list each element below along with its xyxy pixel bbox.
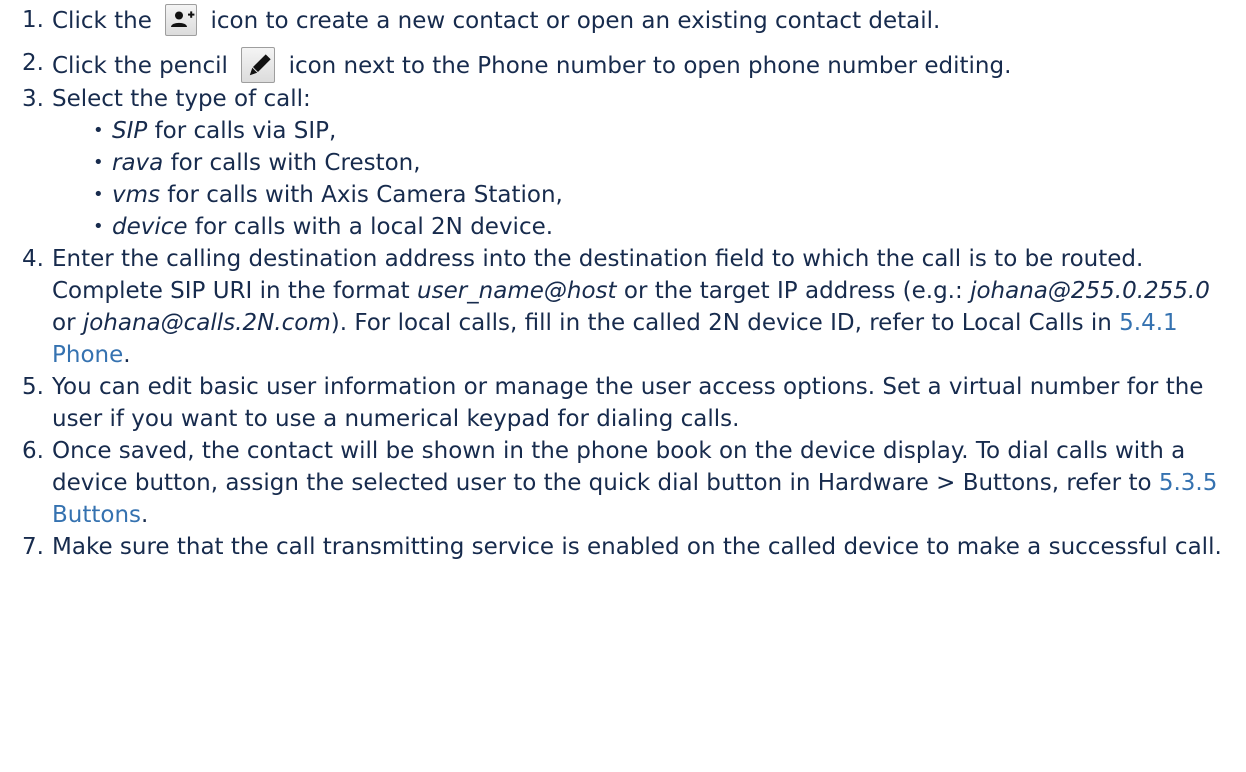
format-example: user_name@host [417,278,617,304]
step-detail: Complete SIP URI in the format user_name… [52,275,1240,371]
call-type-desc: for calls with a local 2N device. [187,214,554,240]
step-3: 3. Select the type of call: SIP for call… [0,83,1240,243]
step-text: Click the pencil [52,53,228,79]
steps-list: 1. Click the icon to create a new contac… [0,0,1240,563]
list-item: rava for calls with Creston, [0,147,1240,179]
step-text: Click the [52,8,152,34]
step-7: 7. Make sure that the call transmitting … [0,531,1240,563]
step-text: Once saved, the contact will be shown in… [52,438,1186,496]
step-number: 4. [22,246,44,272]
call-type-term: SIP [112,118,148,144]
instructions-page: 1. Click the icon to create a new contac… [0,0,1246,772]
call-type-desc: for calls with Creston, [163,150,421,176]
detail-text: or the target IP address (e.g.: [616,278,971,304]
step-text: Enter the calling destination address in… [52,246,1144,272]
detail-text: . [123,342,131,368]
list-item: device for calls with a local 2N device. [0,211,1240,243]
step-4: 4. Enter the calling destination address… [0,243,1240,371]
list-item: vms for calls with Axis Camera Station, [0,179,1240,211]
step-6: 6. Once saved, the contact will be shown… [0,435,1240,531]
detail-text: Complete SIP URI in the format [52,278,418,304]
step-text-end: . [141,502,149,528]
step-number: 6. [22,438,44,464]
step-number: 2. [22,50,44,76]
detail-text: ). For local calls, fill in the called 2… [330,310,1120,336]
step-number: 7. [22,534,44,560]
call-type-term: vms [112,182,160,208]
ip-example: johana@255.0.255.0 [970,278,1210,304]
list-item: SIP for calls via SIP, [0,115,1240,147]
host-example: johana@calls.2N.com [82,310,331,336]
step-1: 1. Click the icon to create a new contac… [0,4,1240,37]
call-type-term: rava [112,150,164,176]
step-text: Select the type of call: [52,86,311,112]
step-number: 5. [22,374,44,400]
step-text: You can edit basic user information or m… [52,374,1204,432]
call-type-term: device [112,214,188,240]
step-number: 1. [22,7,44,33]
call-type-list: SIP for calls via SIP, rava for calls wi… [0,115,1240,243]
add-user-icon [165,4,198,36]
step-5: 5. You can edit basic user information o… [0,371,1240,435]
step-text: icon next to the Phone number to open ph… [288,53,1012,79]
detail-text: or [52,310,83,336]
call-type-desc: for calls with Axis Camera Station, [160,182,563,208]
step-text: icon to create a new contact or open an … [210,8,941,34]
call-type-desc: for calls via SIP, [147,118,337,144]
step-2: 2. Click the pencil icon next to the Pho… [0,47,1240,83]
step-text: Make sure that the call transmitting ser… [52,534,1222,560]
step-number: 3. [22,86,44,112]
pencil-icon [241,47,276,83]
